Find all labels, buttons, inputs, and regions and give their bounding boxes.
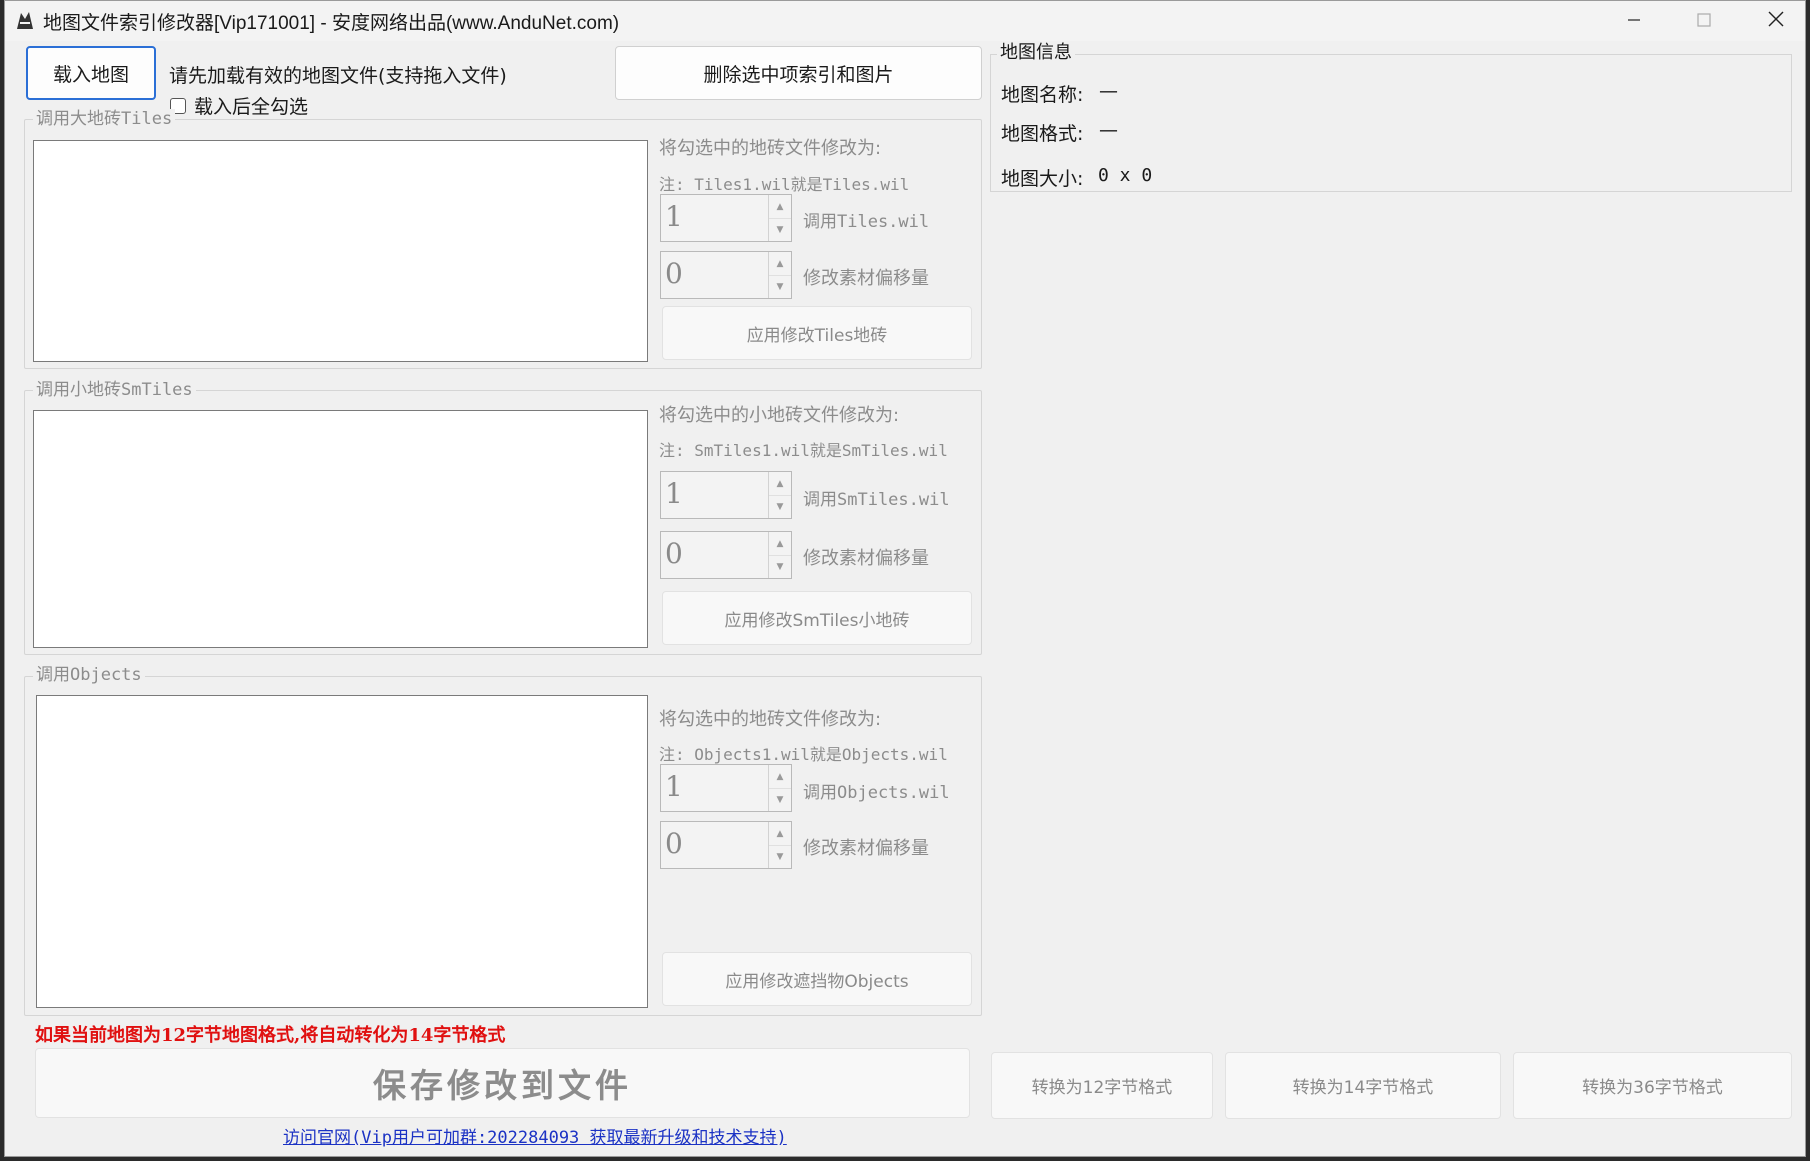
- spin-up-icon[interactable]: ▲: [769, 195, 791, 219]
- smtiles-index-stepper[interactable]: 1 ▲ ▼: [660, 471, 792, 519]
- spin-up-icon[interactable]: ▲: [769, 765, 791, 789]
- window-title: 地图文件索引修改器[Vip171001] - 安度网络出品(www.AnduNe…: [43, 13, 620, 34]
- map-format-label: 地图格式:: [1001, 123, 1084, 145]
- load-hint-text: 请先加载有效的地图文件(支持拖入文件): [169, 65, 507, 87]
- objects-index-stepper[interactable]: 1 ▲ ▼: [660, 764, 792, 812]
- spin-down-icon[interactable]: ▼: [769, 788, 791, 811]
- convert-12-byte-button[interactable]: 转换为12字节格式: [991, 1052, 1213, 1119]
- app-window: 地图文件索引修改器[Vip171001] - 安度网络出品(www.AnduNe…: [4, 0, 1806, 1157]
- spin-down-icon[interactable]: ▼: [769, 218, 791, 241]
- smtiles-list[interactable]: [33, 410, 648, 648]
- objects-list[interactable]: [36, 695, 648, 1008]
- apply-objects-button[interactable]: 应用修改遮挡物Objects: [662, 952, 972, 1006]
- spin-down-icon[interactable]: ▼: [769, 555, 791, 578]
- maximize-icon: [1697, 12, 1711, 31]
- spin-down-icon[interactable]: ▼: [769, 845, 791, 868]
- select-all-after-load-option[interactable]: 载入后全勾选: [170, 92, 308, 119]
- smtiles-offset-stepper[interactable]: 0 ▲ ▼: [660, 531, 792, 579]
- smtiles-index-label: 调用SmTiles.wil: [803, 490, 950, 510]
- spin-up-icon[interactable]: ▲: [769, 822, 791, 846]
- spin-down-icon[interactable]: ▼: [769, 275, 791, 298]
- smtiles-offset-value: 0: [665, 537, 683, 570]
- objects-offset-stepper[interactable]: 0 ▲ ▼: [660, 821, 792, 869]
- objects-index-value: 1: [665, 770, 683, 803]
- objects-index-label: 调用Objects.wil: [803, 783, 950, 803]
- maximize-button[interactable]: [1669, 1, 1739, 41]
- spin-up-icon[interactable]: ▲: [769, 252, 791, 276]
- spin-down-icon[interactable]: ▼: [769, 495, 791, 518]
- smtiles-caption: 将勾选中的小地砖文件修改为:: [659, 405, 900, 426]
- tiles-index-value: 1: [665, 200, 683, 233]
- tiles-note: 注: Tiles1.wil就是Tiles.wil: [659, 175, 910, 194]
- stepper-arrows: ▲ ▼: [768, 252, 791, 298]
- stepper-arrows: ▲ ▼: [768, 765, 791, 811]
- objects-offset-label: 修改素材偏移量: [803, 838, 929, 859]
- stepper-arrows: ▲ ▼: [768, 472, 791, 518]
- tiles-offset-label: 修改素材偏移量: [803, 268, 929, 289]
- convert-36-byte-button[interactable]: 转换为36字节格式: [1513, 1052, 1792, 1119]
- tiles-offset-value: 0: [665, 257, 683, 290]
- apply-tiles-button[interactable]: 应用修改Tiles地砖: [662, 306, 972, 360]
- apply-smtiles-button[interactable]: 应用修改SmTiles小地砖: [662, 591, 972, 645]
- tiles-caption: 将勾选中的地砖文件修改为:: [659, 138, 882, 159]
- stepper-arrows: ▲ ▼: [768, 532, 791, 578]
- tiles-index-label: 调用Tiles.wil: [803, 212, 930, 232]
- smtiles-note: 注: SmTiles1.wil就是SmTiles.wil: [659, 441, 948, 460]
- objects-offset-value: 0: [665, 827, 683, 860]
- website-link[interactable]: 访问官网(Vip用户可加群:202284093 获取最新升级和技术支持): [283, 1123, 787, 1148]
- stepper-arrows: ▲ ▼: [768, 195, 791, 241]
- objects-caption: 将勾选中的地砖文件修改为:: [659, 709, 882, 730]
- minimize-button[interactable]: [1599, 1, 1669, 41]
- spin-up-icon[interactable]: ▲: [769, 532, 791, 556]
- smtiles-offset-label: 修改素材偏移量: [803, 548, 929, 569]
- smtiles-group-legend: 调用小地砖SmTiles: [33, 380, 196, 400]
- minimize-icon: [1627, 12, 1641, 31]
- auto-convert-warning: 如果当前地图为12字节地图格式,将自动转化为14字节格式: [35, 1025, 506, 1046]
- load-map-button[interactable]: 载入地图: [26, 46, 156, 100]
- objects-note: 注: Objects1.wil就是Objects.wil: [659, 745, 948, 764]
- select-all-checkbox-label: 载入后全勾选: [194, 96, 309, 118]
- smtiles-index-value: 1: [665, 477, 683, 510]
- tiles-index-stepper[interactable]: 1 ▲ ▼: [660, 194, 792, 242]
- map-size-value: 0 x 0: [1098, 165, 1153, 186]
- close-icon: [1767, 10, 1785, 32]
- map-format-value: —: [1099, 119, 1118, 141]
- delete-selected-button[interactable]: 删除选中项索引和图片: [615, 46, 982, 100]
- tiles-list[interactable]: [33, 140, 648, 362]
- map-name-label: 地图名称:: [1001, 84, 1084, 106]
- app-logo-icon: [13, 9, 37, 33]
- spin-up-icon[interactable]: ▲: [769, 472, 791, 496]
- map-size-label: 地图大小:: [1001, 168, 1084, 190]
- tiles-group-legend: 调用大地砖Tiles: [33, 109, 176, 129]
- map-info-legend: 地图信息: [997, 43, 1075, 63]
- stepper-arrows: ▲ ▼: [768, 822, 791, 868]
- tiles-offset-stepper[interactable]: 0 ▲ ▼: [660, 251, 792, 299]
- objects-group-legend: 调用Objects: [33, 665, 145, 685]
- convert-14-byte-button[interactable]: 转换为14字节格式: [1225, 1052, 1501, 1119]
- map-name-value: —: [1099, 80, 1118, 102]
- close-button[interactable]: [1741, 1, 1805, 41]
- save-to-file-button[interactable]: 保存修改到文件: [35, 1048, 970, 1118]
